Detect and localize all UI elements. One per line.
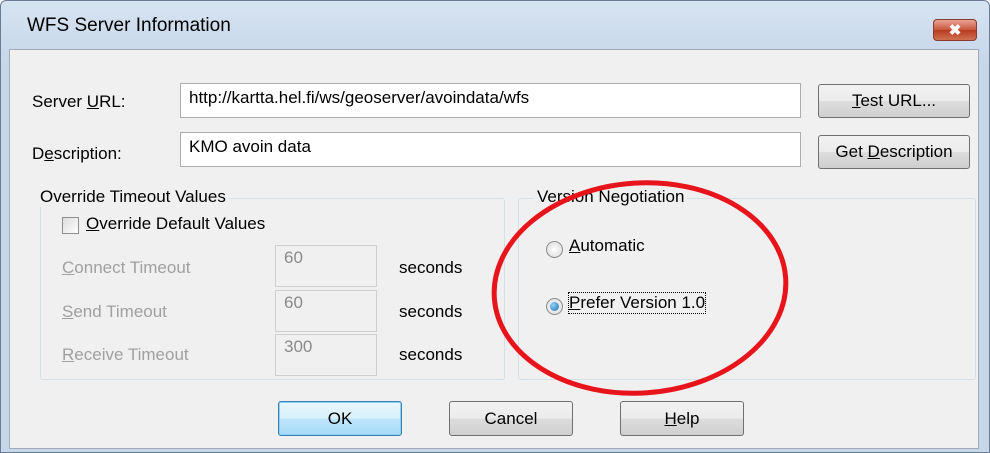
version-negotiation-group-title: Version Negotiation	[534, 187, 688, 207]
test-url-button[interactable]: Test URL...	[818, 84, 970, 118]
send-timeout-label: Send Timeout	[62, 302, 167, 321]
override-default-values-label[interactable]: Override Default Values	[86, 214, 265, 234]
automatic-radio[interactable]	[546, 241, 563, 258]
radio-selected-dot	[550, 302, 559, 311]
get-description-button[interactable]: Get Description	[818, 135, 970, 169]
title-bar[interactable]: WFS Server Information ✖	[1, 1, 989, 49]
override-default-values-checkbox[interactable]	[62, 217, 79, 234]
prefer-version-radio-label[interactable]: Prefer Version 1.0	[567, 292, 707, 314]
receive-timeout-label: Receive Timeout	[62, 345, 189, 364]
receive-timeout-unit: seconds	[399, 345, 463, 364]
cancel-button[interactable]: Cancel	[449, 401, 573, 436]
dialog-client-area: Server URL: http://kartta.hel.fi/ws/geos…	[9, 49, 979, 449]
help-button[interactable]: Help	[620, 401, 744, 436]
connect-timeout-input[interactable]: 60	[275, 245, 377, 287]
close-icon: ✖	[948, 22, 962, 39]
receive-timeout-input[interactable]: 300	[275, 334, 377, 376]
ok-button[interactable]: OK	[278, 401, 402, 436]
prefer-version-radio[interactable]	[546, 298, 563, 315]
description-label: Description:	[32, 144, 122, 163]
connect-timeout-label: Connect Timeout	[62, 258, 191, 277]
send-timeout-unit: seconds	[399, 302, 463, 321]
override-timeout-group-title: Override Timeout Values	[37, 187, 229, 207]
connect-timeout-unit: seconds	[399, 258, 463, 277]
server-url-label: Server URL:	[32, 92, 126, 111]
automatic-radio-label[interactable]: Automatic	[569, 236, 645, 256]
wfs-server-dialog: WFS Server Information ✖ Server URL: htt…	[0, 0, 990, 453]
send-timeout-input[interactable]: 60	[275, 290, 377, 332]
description-input[interactable]: KMO avoin data	[180, 132, 801, 167]
dialog-title: WFS Server Information	[27, 15, 231, 36]
close-button[interactable]: ✖	[933, 19, 977, 41]
version-negotiation-group	[518, 198, 976, 380]
server-url-input[interactable]: http://kartta.hel.fi/ws/geoserver/avoind…	[180, 83, 801, 118]
